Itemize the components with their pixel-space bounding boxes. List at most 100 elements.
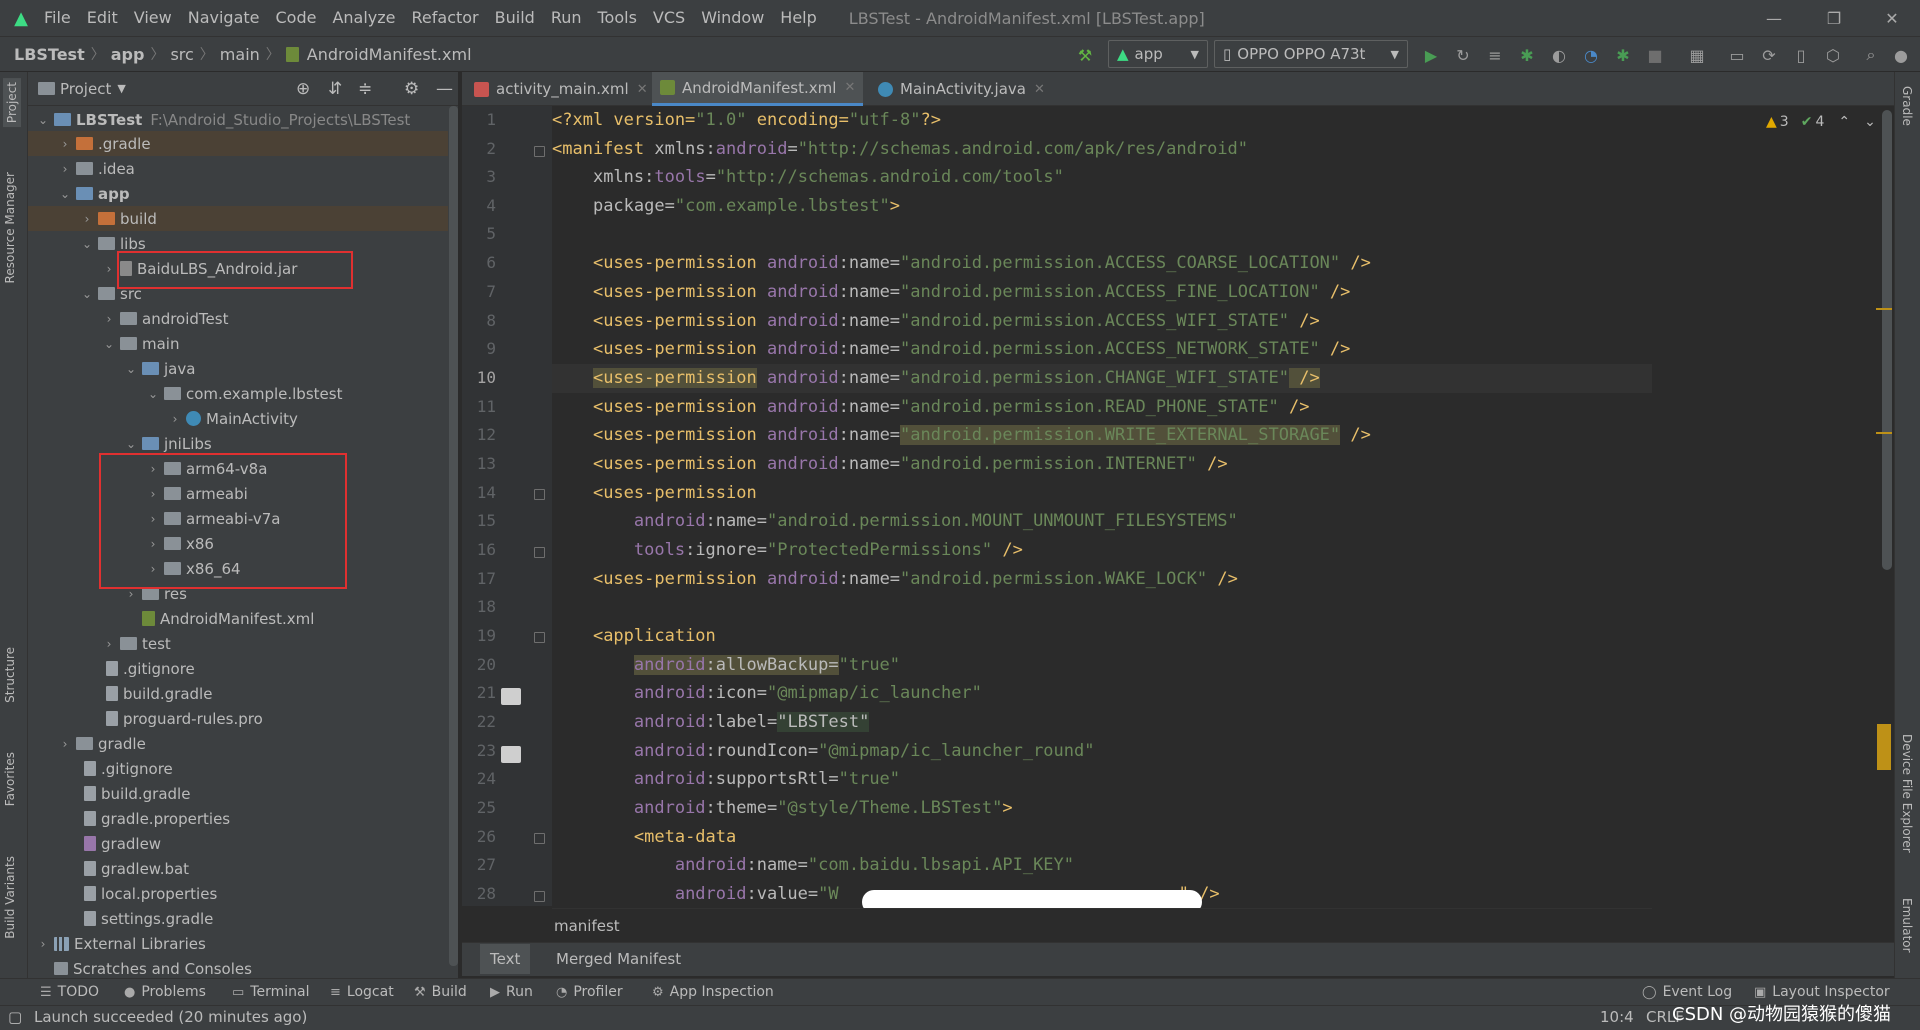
code-line-1[interactable]: <?xml version="1.0" encoding="utf-8"?> xyxy=(552,106,941,135)
device-select[interactable]: ▯ OPPO OPPO A73t ▼ xyxy=(1214,40,1408,68)
tree-row-gradle[interactable]: › gradle xyxy=(28,731,146,756)
status-indicator-icon[interactable]: ▢ xyxy=(8,1008,22,1026)
tab-build-variants[interactable]: Build Variants xyxy=(3,856,17,939)
tool-event-log[interactable]: ◯ Event Log xyxy=(1642,982,1732,1002)
menu-file[interactable]: File xyxy=(36,0,79,36)
code-line-6[interactable]: <uses-permission android:name="android.p… xyxy=(552,249,1371,278)
search-icon[interactable]: ⌕ xyxy=(1858,42,1884,68)
tab-main-activity[interactable]: MainActivity.java ✕ xyxy=(870,72,1053,106)
profile-icon[interactable]: ◔ xyxy=(1578,42,1604,68)
tool-run[interactable]: ▶ Run xyxy=(490,982,533,1002)
tool-todo[interactable]: ☰ TODO xyxy=(40,982,99,1002)
tab-gradle[interactable]: Gradle xyxy=(1900,86,1914,126)
tree-row-test[interactable]: › test xyxy=(28,631,171,656)
locate-icon[interactable]: ⊕ xyxy=(296,79,310,99)
tree-row-settings-gradle[interactable]: settings.gradle xyxy=(28,906,213,931)
collapse-all-icon[interactable]: ≑ xyxy=(358,79,372,99)
breadcrumb-src[interactable]: src xyxy=(166,45,197,64)
tool-build[interactable]: ⚒ Build xyxy=(414,982,467,1002)
code-line-22[interactable]: android:label="LBSTest" xyxy=(552,708,870,737)
menu-window[interactable]: Window xyxy=(693,0,772,36)
code-line-19[interactable]: <application xyxy=(552,622,716,651)
status-message[interactable]: Launch succeeded (20 minutes ago) xyxy=(34,1008,307,1026)
tree-row-mainactivity[interactable]: › MainActivity xyxy=(28,406,298,431)
breadcrumb-file[interactable]: AndroidManifest.xml xyxy=(303,45,476,64)
chevron-down-icon[interactable]: ⌄ xyxy=(1864,114,1876,130)
tree-row-gradlew[interactable]: gradlew xyxy=(28,831,161,856)
chevron-right-icon[interactable]: › xyxy=(58,137,72,151)
hide-panel-icon[interactable]: — xyxy=(436,79,453,99)
chevron-down-icon[interactable]: ⌄ xyxy=(124,437,138,451)
code-line-23[interactable]: android:roundIcon="@mipmap/ic_launcher_r… xyxy=(552,737,1095,766)
chevron-down-icon[interactable]: ⌄ xyxy=(102,337,116,351)
sdk-manager-icon[interactable]: ⬡ xyxy=(1820,42,1846,68)
tab-device-file-explorer[interactable]: Device File Explorer xyxy=(1900,734,1914,853)
menu-tools[interactable]: Tools xyxy=(590,0,645,36)
fold-icon[interactable] xyxy=(534,146,545,157)
project-structure-icon[interactable]: ▦ xyxy=(1684,42,1710,68)
tree-row-main[interactable]: ⌄ main xyxy=(28,331,180,356)
breadcrumb-main[interactable]: main xyxy=(216,45,264,64)
breadcrumb-project[interactable]: LBSTest xyxy=(10,45,89,64)
code-line-25[interactable]: android:theme="@style/Theme.LBSTest"> xyxy=(552,794,1013,823)
project-view-label[interactable]: Project xyxy=(60,80,111,98)
chevron-right-icon[interactable]: › xyxy=(102,637,116,651)
editor-scrollbar[interactable] xyxy=(1882,110,1892,570)
code-line-24[interactable]: android:supportsRtl="true" xyxy=(552,765,900,794)
code-line-26[interactable]: <meta-data xyxy=(552,823,736,852)
launcher-round-image-icon[interactable] xyxy=(501,746,521,763)
close-tab-icon[interactable]: ✕ xyxy=(637,82,648,97)
code-line-11[interactable]: <uses-permission android:name="android.p… xyxy=(552,393,1310,422)
menu-edit[interactable]: Edit xyxy=(79,0,126,36)
run-icon[interactable]: ▶ xyxy=(1418,42,1444,68)
gear-icon[interactable]: ⚙ xyxy=(404,79,419,99)
chevron-down-icon[interactable]: ⌄ xyxy=(58,187,72,201)
fold-icon[interactable] xyxy=(534,833,545,844)
chevron-down-icon[interactable]: ⌄ xyxy=(80,287,94,301)
tree-row-build-gradle[interactable]: build.gradle xyxy=(28,781,190,806)
code-line-9[interactable]: <uses-permission android:name="android.p… xyxy=(552,335,1350,364)
chevron-right-icon[interactable]: › xyxy=(168,412,182,426)
warning-stripe-marker[interactable] xyxy=(1876,308,1892,310)
tab-emulator[interactable]: Emulator xyxy=(1900,898,1914,953)
tree-row-app-gitignore[interactable]: .gitignore xyxy=(28,656,195,681)
code-line-20[interactable]: android:allowBackup="true" xyxy=(552,651,900,680)
tree-row-java[interactable]: ⌄ java xyxy=(28,356,195,381)
code-line-4[interactable]: package="com.example.lbstest"> xyxy=(552,192,900,221)
code-line-14[interactable]: <uses-permission xyxy=(552,479,757,508)
close-icon[interactable]: ✕ xyxy=(1864,0,1920,36)
chevron-down-icon[interactable]: ⌄ xyxy=(124,362,138,376)
tab-android-manifest[interactable]: AndroidManifest.xml ✕ xyxy=(652,72,864,106)
code-line-12[interactable]: <uses-permission android:name="android.p… xyxy=(552,421,1371,450)
menu-run[interactable]: Run xyxy=(543,0,590,36)
close-tab-icon[interactable]: ✕ xyxy=(1034,82,1045,97)
tab-merged-manifest[interactable]: Merged Manifest xyxy=(546,944,691,974)
attach-debugger-icon[interactable]: ◐ xyxy=(1546,42,1572,68)
code-line-21[interactable]: android:icon="@mipmap/ic_launcher" xyxy=(552,679,982,708)
run-config-select[interactable]: ▲ app ▼ xyxy=(1108,40,1208,68)
sync-gradle-icon[interactable]: ⟳ xyxy=(1756,42,1782,68)
launcher-image-icon[interactable] xyxy=(501,688,521,705)
code-line-3[interactable]: xmlns:tools="http://schemas.android.com/… xyxy=(552,163,1064,192)
menu-analyze[interactable]: Analyze xyxy=(324,0,403,36)
code-line-16[interactable]: tools:ignore="ProtectedPermissions" /> xyxy=(552,536,1023,565)
hammer-build-icon[interactable]: ⚒ xyxy=(1072,42,1098,68)
chevron-right-icon[interactable]: › xyxy=(102,262,116,276)
chevron-right-icon[interactable]: › xyxy=(58,162,72,176)
menu-refactor[interactable]: Refactor xyxy=(404,0,487,36)
tab-project[interactable]: Project xyxy=(3,78,21,128)
chevron-right-icon[interactable]: › xyxy=(80,212,94,226)
tree-row-gradle-properties[interactable]: gradle.properties xyxy=(28,806,230,831)
chevron-down-icon[interactable]: ⌄ xyxy=(36,113,50,127)
fold-icon[interactable] xyxy=(534,632,545,643)
apply-changes-icon[interactable]: ↻ xyxy=(1450,42,1476,68)
chevron-down-icon[interactable]: ⌄ xyxy=(80,237,94,251)
code-line-17[interactable]: <uses-permission android:name="android.p… xyxy=(552,565,1238,594)
avd-manager-icon[interactable]: ▭ xyxy=(1724,42,1750,68)
tree-row-gradlew-bat[interactable]: gradlew.bat xyxy=(28,856,189,881)
attach-process-icon[interactable]: ✱ xyxy=(1610,42,1636,68)
fold-icon[interactable] xyxy=(534,489,545,500)
tree-row-gitignore[interactable]: .gitignore xyxy=(28,756,173,781)
tab-activity-main[interactable]: activity_main.xml ✕ xyxy=(466,72,656,106)
caret-position[interactable]: 10:4 xyxy=(1600,1008,1634,1026)
